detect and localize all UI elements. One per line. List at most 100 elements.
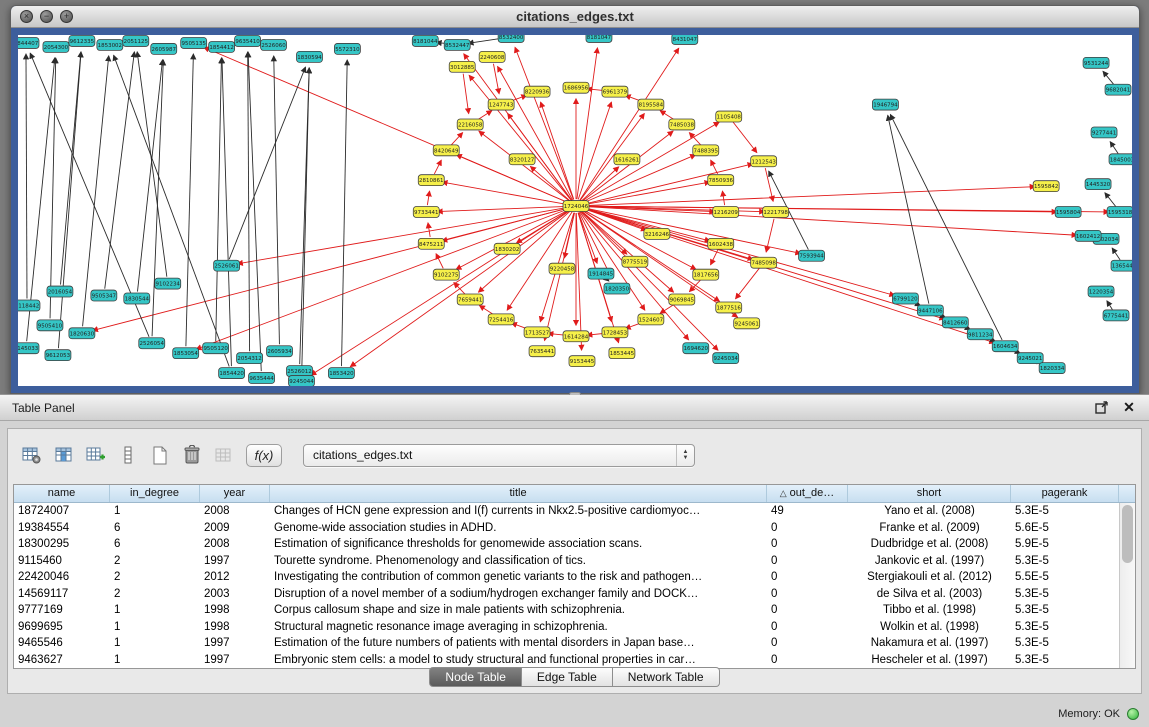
table-cell-in_degree[interactable]: 6 bbox=[110, 520, 200, 537]
table-cell-title[interactable]: Tourette syndrome. Phenomenology and cla… bbox=[270, 553, 767, 570]
citation-edge-red[interactable] bbox=[507, 212, 572, 310]
table-cell-pagerank[interactable]: 5.3E-5 bbox=[1011, 635, 1119, 652]
table-cell-short[interactable]: Yano et al. (2008) bbox=[848, 503, 1011, 520]
table-cell-in_degree[interactable]: 6 bbox=[110, 536, 200, 553]
citation-edge-black[interactable] bbox=[342, 60, 348, 366]
table-cell-name[interactable]: 18724007 bbox=[14, 503, 110, 520]
column-header-year[interactable]: year bbox=[200, 485, 270, 502]
citation-edge-red[interactable] bbox=[541, 102, 574, 199]
citation-edge-black[interactable] bbox=[222, 58, 231, 366]
table-row[interactable]: 969969511998Structural magnetic resonanc… bbox=[14, 619, 1119, 636]
add-column-button[interactable] bbox=[82, 442, 109, 469]
table-cell-short[interactable]: Tibbo et al. (1998) bbox=[848, 602, 1011, 619]
column-header-name[interactable]: name bbox=[14, 485, 110, 502]
table-cell-out_de[interactable]: 0 bbox=[767, 635, 848, 652]
table-cell-out_de[interactable]: 49 bbox=[767, 503, 848, 520]
table-cell-name[interactable]: 9463627 bbox=[14, 652, 110, 669]
table-cell-short[interactable]: Dudbridge et al. (2008) bbox=[848, 536, 1011, 553]
table-cell-name[interactable]: 22420046 bbox=[14, 569, 110, 586]
table-vertical-scrollbar[interactable] bbox=[1119, 503, 1135, 668]
citation-edge-red[interactable] bbox=[582, 210, 720, 301]
citation-edge-red[interactable] bbox=[711, 160, 718, 174]
table-cell-out_de[interactable]: 0 bbox=[767, 553, 848, 570]
column-header-out_de[interactable]: △out_de… bbox=[767, 485, 848, 502]
table-cell-year[interactable]: 1997 bbox=[200, 635, 270, 652]
citation-edge-black[interactable] bbox=[1107, 301, 1112, 310]
float-panel-button[interactable] bbox=[1093, 399, 1109, 415]
table-cell-year[interactable]: 1997 bbox=[200, 652, 270, 669]
table-cell-pagerank[interactable]: 5.3E-5 bbox=[1011, 503, 1119, 520]
table-cell-year[interactable]: 2008 bbox=[200, 503, 270, 520]
citation-edge-black[interactable] bbox=[61, 52, 81, 285]
citation-edge-red[interactable] bbox=[515, 47, 573, 199]
table-cell-pagerank[interactable]: 5.9E-5 bbox=[1011, 536, 1119, 553]
citation-edge-red[interactable] bbox=[583, 208, 895, 296]
column-header-title[interactable]: title bbox=[270, 485, 767, 502]
table-cell-year[interactable]: 2003 bbox=[200, 586, 270, 603]
citation-edge-red[interactable] bbox=[456, 209, 570, 269]
table-cell-pagerank[interactable]: 5.6E-5 bbox=[1011, 520, 1119, 537]
table-cell-in_degree[interactable]: 1 bbox=[110, 652, 200, 669]
table-cell-name[interactable]: 18300295 bbox=[14, 536, 110, 553]
citation-edge-black[interactable] bbox=[248, 52, 250, 351]
table-cell-short[interactable]: Nakamura et al. (1997) bbox=[848, 635, 1011, 652]
citation-edge-red[interactable] bbox=[92, 208, 569, 331]
citation-edge-red[interactable] bbox=[428, 223, 430, 237]
table-cell-in_degree[interactable]: 1 bbox=[110, 635, 200, 652]
citation-edge-black[interactable] bbox=[105, 52, 135, 289]
table-cell-short[interactable]: Stergiakouli et al. (2012) bbox=[848, 569, 1011, 586]
table-cell-year[interactable]: 1998 bbox=[200, 619, 270, 636]
table-cell-out_de[interactable]: 0 bbox=[767, 652, 848, 669]
citation-edge-red[interactable] bbox=[583, 187, 1035, 206]
citation-edge-black[interactable] bbox=[186, 54, 193, 346]
table-cell-out_de[interactable]: 0 bbox=[767, 569, 848, 586]
show-rows-button[interactable] bbox=[114, 442, 141, 469]
table-cell-year[interactable]: 2009 bbox=[200, 520, 270, 537]
table-cell-year[interactable]: 2012 bbox=[200, 569, 270, 586]
table-cell-name[interactable]: 9115460 bbox=[14, 553, 110, 570]
table-cell-title[interactable]: Changes of HCN gene expression and I(f) … bbox=[270, 503, 767, 520]
table-cell-title[interactable]: Investigating the contribution of common… bbox=[270, 569, 767, 586]
table-cell-name[interactable]: 9777169 bbox=[14, 602, 110, 619]
table-cell-out_de[interactable]: 0 bbox=[767, 602, 848, 619]
citation-edge-red[interactable] bbox=[478, 211, 570, 293]
table-cell-name[interactable]: 14569117 bbox=[14, 586, 110, 603]
citation-edge-red[interactable] bbox=[545, 213, 575, 341]
table-cell-year[interactable]: 1997 bbox=[200, 553, 270, 570]
citation-edge-red[interactable] bbox=[576, 213, 581, 350]
tab-edge-table[interactable]: Edge Table bbox=[522, 667, 613, 687]
tab-network-table[interactable]: Network Table bbox=[613, 667, 720, 687]
citation-edge-red[interactable] bbox=[582, 122, 719, 202]
window-close-button[interactable]: × bbox=[20, 10, 33, 23]
citation-edge-black[interactable] bbox=[216, 58, 222, 341]
table-cell-title[interactable]: Genome-wide association studies in ADHD. bbox=[270, 520, 767, 537]
citation-edge-red[interactable] bbox=[196, 209, 570, 350]
table-cell-out_de[interactable]: 0 bbox=[767, 586, 848, 603]
citation-edge-black[interactable] bbox=[274, 56, 280, 344]
table-cell-name[interactable]: 19384554 bbox=[14, 520, 110, 537]
citation-edge-black[interactable] bbox=[114, 55, 230, 366]
citation-edge-red[interactable] bbox=[350, 210, 570, 367]
table-row[interactable]: 946362711997Embryonic stem cells: a mode… bbox=[14, 652, 1119, 669]
column-header-in_degree[interactable]: in_degree bbox=[110, 485, 200, 502]
table-cell-short[interactable]: Jankovic et al. (1997) bbox=[848, 553, 1011, 570]
table-cell-name[interactable]: 9465546 bbox=[14, 635, 110, 652]
new-table-button[interactable] bbox=[146, 442, 173, 469]
function-builder-button[interactable]: f(x) bbox=[246, 444, 282, 467]
citation-edge-red[interactable] bbox=[722, 191, 724, 205]
table-cell-pagerank[interactable]: 5.5E-5 bbox=[1011, 569, 1119, 586]
table-cell-in_degree[interactable]: 2 bbox=[110, 553, 200, 570]
table-cell-short[interactable]: de Silva et al. (2003) bbox=[848, 586, 1011, 603]
citation-edge-black[interactable] bbox=[58, 52, 81, 348]
table-row[interactable]: 1938455462009Genome-wide association stu… bbox=[14, 520, 1119, 537]
table-cell-pagerank[interactable]: 5.3E-5 bbox=[1011, 586, 1119, 603]
table-row[interactable]: 977716911998Corpus callosum shape and si… bbox=[14, 602, 1119, 619]
citation-edge-black[interactable] bbox=[1110, 142, 1118, 154]
window-zoom-button[interactable]: + bbox=[60, 10, 73, 23]
citation-edge-black[interactable] bbox=[26, 54, 27, 299]
close-panel-button[interactable]: ✕ bbox=[1121, 399, 1137, 415]
table-cell-out_de[interactable]: 0 bbox=[767, 520, 848, 537]
table-row[interactable]: 911546021997Tourette syndrome. Phenomeno… bbox=[14, 553, 1119, 570]
table-row[interactable]: 1456911722003Disruption of a novel membe… bbox=[14, 586, 1119, 603]
citation-edge-red[interactable] bbox=[733, 122, 757, 153]
